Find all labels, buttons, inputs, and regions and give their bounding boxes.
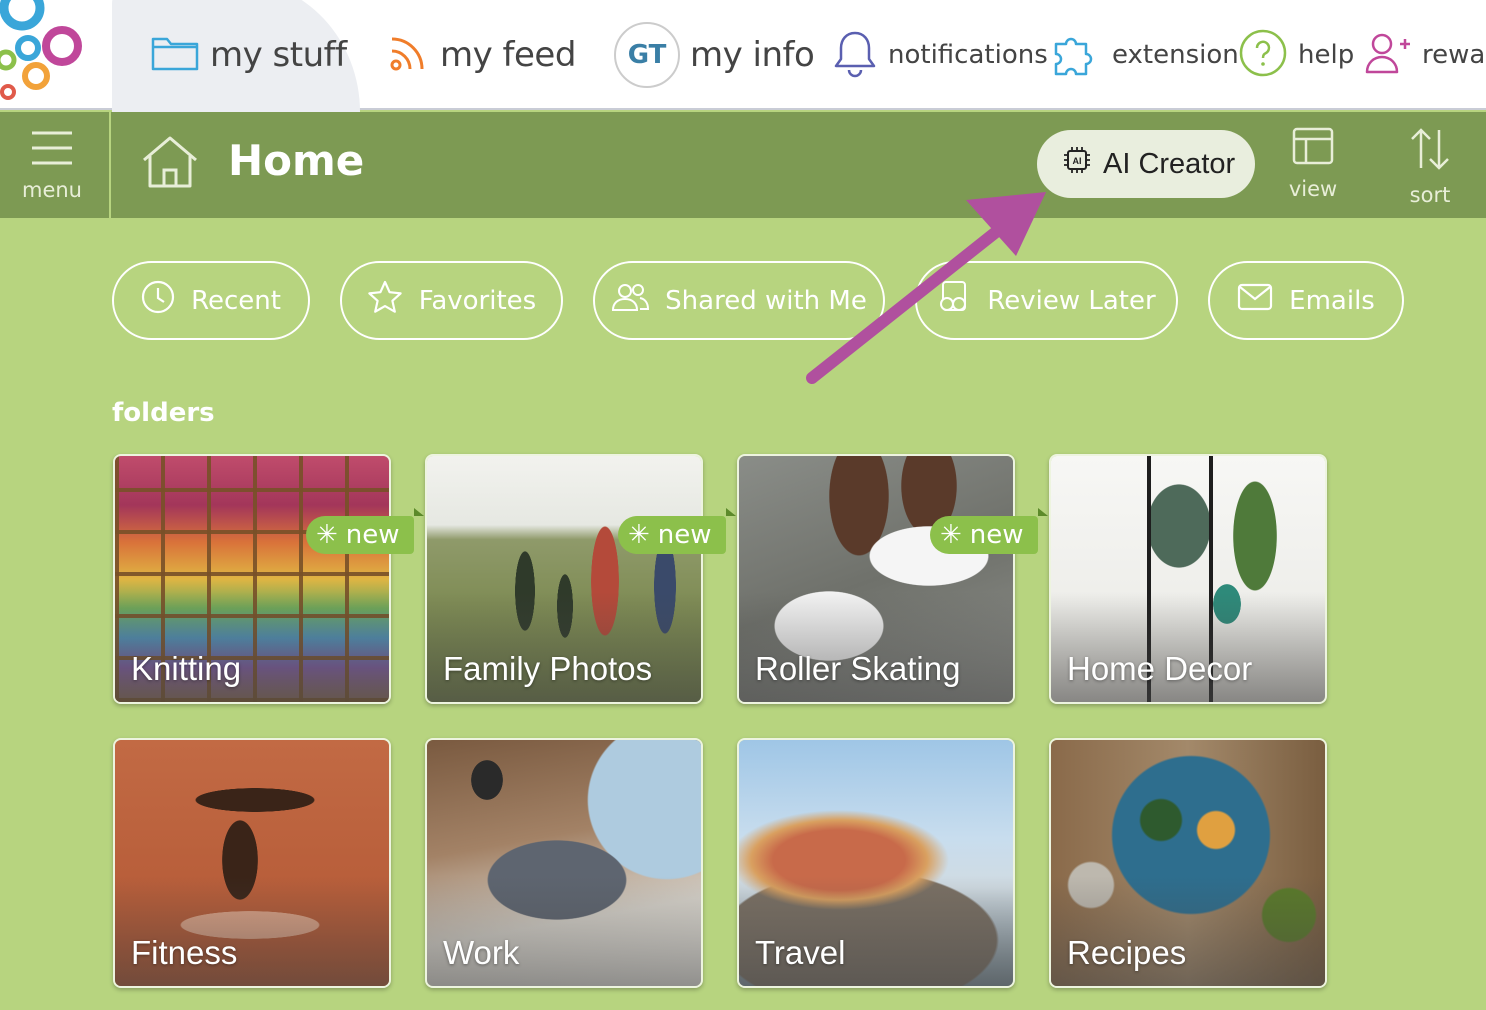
folder-name: Fitness [131,934,238,971]
nav-rewards[interactable]: rewar [1364,20,1486,90]
folder-knitting[interactable]: Knitting [113,454,391,704]
folder-family-photos[interactable]: Family Photos [425,454,703,704]
new-badge: ✳ new [618,508,736,554]
question-icon [1238,28,1288,82]
folder-work[interactable]: Work [425,738,703,988]
folder-recipes[interactable]: Recipes [1049,738,1327,988]
filter-recent-label: Recent [191,285,281,316]
user-avatar: GT [614,22,680,88]
hamburger-icon [30,130,74,170]
filter-shared-label: Shared with Me [665,285,867,316]
ai-creator-button[interactable]: AI AI Creator [1037,130,1255,198]
folder-fitness[interactable]: Fitness [113,738,391,988]
nav-rewards-label: rewar [1422,40,1486,70]
menu-label: menu [22,178,82,202]
clock-icon [141,280,175,321]
nav-my-feed[interactable]: my feed [386,20,576,90]
sort-button[interactable]: sort [1385,126,1475,207]
nav-my-stuff-label: my stuff [210,35,347,75]
sparkle-icon: ✳ [316,520,338,550]
nav-my-info[interactable]: GT my info [614,20,815,90]
folder-travel[interactable]: Travel [737,738,1015,988]
folders-heading: folders [112,398,215,428]
folder-name: Family Photos [443,650,653,687]
sparkle-icon: ✳ [628,520,650,550]
nav-help-label: help [1298,40,1355,70]
bell-icon [832,28,878,82]
filter-emails-label: Emails [1289,285,1375,316]
folder-roller-skating[interactable]: Roller Skating [737,454,1015,704]
sparkle-icon: ✳ [940,520,962,550]
top-navigation: my stuff my feed GT my info notification… [0,0,1486,112]
filter-shared-with-me[interactable]: Shared with Me [593,261,885,340]
rss-icon [386,31,430,79]
nav-notifications[interactable]: notifications [832,20,1048,90]
nav-my-stuff[interactable]: my stuff [150,20,347,90]
menu-button[interactable]: menu [0,112,111,218]
add-user-icon [1364,30,1412,80]
mail-icon [1237,283,1273,318]
sort-label: sort [1409,183,1451,207]
folder-name: Work [443,934,520,971]
folder-icon [150,33,200,77]
page-title: Home [228,136,365,185]
layout-icon [1291,127,1335,171]
sort-arrows-icon [1408,128,1452,177]
new-badge-label: new [657,520,712,550]
nav-notifications-label: notifications [888,40,1048,70]
filter-emails[interactable]: Emails [1208,261,1404,340]
puzzle-icon [1050,28,1102,82]
filter-favorites[interactable]: Favorites [340,261,563,340]
app-logo[interactable] [0,0,110,110]
folder-name: Recipes [1067,934,1187,971]
nav-help[interactable]: help [1238,20,1354,90]
filter-favorites-label: Favorites [418,285,537,316]
nav-my-feed-label: my feed [440,35,576,75]
svg-text:AI: AI [1073,156,1082,166]
people-icon [611,282,650,319]
nav-extension[interactable]: extension [1050,20,1239,90]
folder-name: Home Decor [1067,650,1253,687]
home-icon [140,134,200,194]
filter-review-label: Review Later [987,285,1156,316]
new-badge-label: new [969,520,1024,550]
folder-name: Roller Skating [755,650,961,687]
folder-name: Knitting [131,650,242,687]
page-header: menu Home AI AI Creator view sort [0,112,1486,218]
ai-chip-icon: AI [1063,146,1091,182]
nav-my-info-label: my info [690,35,815,75]
filter-recent[interactable]: Recent [112,261,310,340]
ai-creator-label: AI Creator [1103,147,1236,180]
new-badge-label: new [345,520,400,550]
star-icon [367,280,403,321]
view-button[interactable]: view [1268,126,1358,201]
view-label: view [1288,177,1338,201]
new-badge: ✳ new [930,508,1048,554]
new-badge: ✳ new [306,508,424,554]
nav-extension-label: extension [1112,40,1239,70]
review-icon [937,280,971,321]
folder-home-decor[interactable]: Home Decor [1049,454,1327,704]
folder-name: Travel [755,934,846,971]
filter-review-later[interactable]: Review Later [915,261,1178,340]
